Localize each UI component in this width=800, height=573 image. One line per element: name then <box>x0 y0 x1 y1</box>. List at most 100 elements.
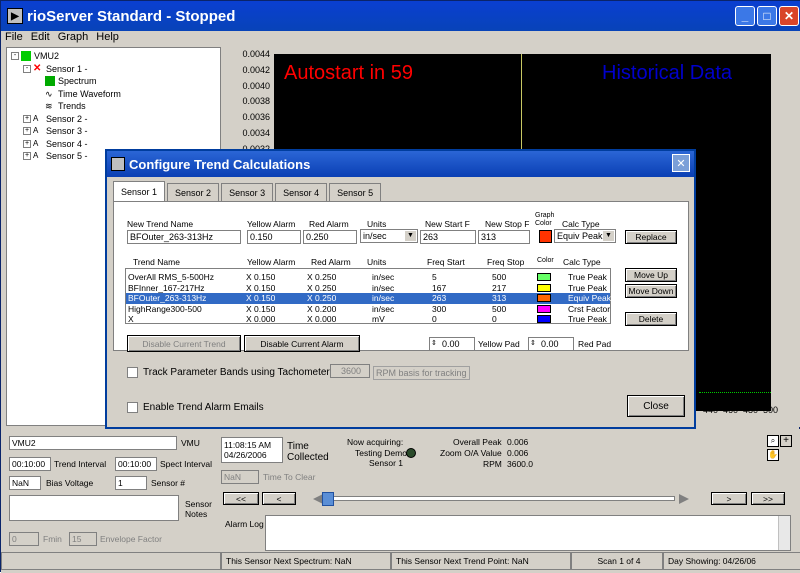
zoom-icon[interactable]: ⌕ <box>767 435 779 447</box>
units-label: Units <box>367 219 387 229</box>
scan-slider[interactable] <box>313 492 690 506</box>
table-cell: X 0.000 <box>246 314 276 324</box>
dialog-close-icon[interactable]: ✕ <box>672 154 690 172</box>
table-cell: 263 <box>432 293 447 303</box>
configure-trend-dialog: Configure Trend Calculations ✕ Sensor 1 … <box>105 149 696 429</box>
last-button[interactable]: >> <box>751 492 785 505</box>
menu-graph[interactable]: Graph <box>54 31 93 47</box>
color-swatch[interactable] <box>537 294 551 302</box>
chevron-down-icon[interactable]: ▼ <box>603 231 614 241</box>
trend-name-input[interactable]: BFOuter_263-313Hz <box>127 230 241 244</box>
alarm-log-box[interactable] <box>265 515 791 551</box>
time-collected-field: 11:08:15 AM 04/26/2006 <box>221 437 283 463</box>
tab-sensor-2[interactable]: Sensor 2 <box>167 183 220 201</box>
table-cell: 300 <box>432 303 447 314</box>
tree-item-trends[interactable]: ≋ Trends <box>7 100 220 113</box>
spin-icon[interactable]: ⇕ <box>530 338 536 350</box>
next-button[interactable]: > <box>711 492 747 505</box>
expand-icon[interactable]: + <box>23 114 31 123</box>
chevron-down-icon[interactable]: ▼ <box>405 231 416 241</box>
move-up-button[interactable]: Move Up <box>625 268 677 282</box>
track-tach-checkbox[interactable] <box>127 367 138 378</box>
tab-sensor-1[interactable]: Sensor 1 <box>113 181 166 201</box>
table-row[interactable]: BFOuter_263-313Hz X 0.150 X 0.250 in/sec 263… <box>126 293 611 304</box>
email-alarm-checkbox[interactable] <box>127 402 138 413</box>
previous-button[interactable]: < <box>262 492 296 505</box>
vmu-field[interactable]: VMU2 <box>9 436 177 450</box>
slider-track[interactable] <box>325 496 675 501</box>
stop-freq-input[interactable]: 313 <box>478 230 530 244</box>
sensor-number-field[interactable]: 1 <box>115 476 147 490</box>
move-down-button[interactable]: Move Down <box>625 284 677 298</box>
tab-sensor-3[interactable]: Sensor 3 <box>221 183 274 201</box>
delete-button[interactable]: Delete <box>625 312 677 326</box>
collapse-icon[interactable]: - <box>11 52 19 61</box>
tab-sensor-4[interactable]: Sensor 4 <box>275 183 328 201</box>
col-units: Units <box>367 257 387 267</box>
table-cell: X <box>128 314 134 324</box>
units-select[interactable]: in/sec ▼ <box>360 229 418 243</box>
y-tick-label: 0.0042 <box>242 64 270 75</box>
close-window-button[interactable]: ✕ <box>779 6 799 26</box>
menu-edit[interactable]: Edit <box>27 31 54 47</box>
fmin-field[interactable]: 0 <box>9 532 39 546</box>
color-swatch[interactable] <box>537 273 551 281</box>
red-pad-input[interactable]: ⇕ 0.00 <box>528 337 574 351</box>
first-button[interactable]: << <box>223 492 259 505</box>
trend-interval-field[interactable]: 00:10:00 <box>9 457 51 471</box>
disable-trend-button[interactable]: Disable Current Trend <box>127 335 241 352</box>
table-row[interactable]: OverAll RMS_5-500Hz X 0.150 X 0.250 in/sec 5… <box>126 272 610 283</box>
disable-alarm-button[interactable]: Disable Current Alarm <box>244 335 360 352</box>
crosshair-icon[interactable]: + <box>780 435 792 447</box>
tree-item-sensor-2[interactable]: + A Sensor 2 - <box>7 113 220 126</box>
expand-icon[interactable]: + <box>23 127 31 136</box>
col-yellow-alarm: Yellow Alarm <box>247 257 296 267</box>
status-day: Day Showing: 04/26/06 <box>663 552 800 570</box>
envelope-field[interactable]: 15 <box>69 532 97 546</box>
close-button[interactable]: Close <box>627 395 685 417</box>
historical-label: Historical Data <box>602 62 733 84</box>
calc-type-select[interactable]: Equiv Peak ▼ <box>554 229 616 243</box>
color-swatch[interactable] <box>537 315 551 323</box>
alarm-log-label: Alarm Log <box>225 519 264 529</box>
replace-button[interactable]: Replace <box>625 230 677 244</box>
start-freq-input[interactable]: 263 <box>420 230 476 244</box>
table-row[interactable]: HighRange300-500 X 0.150 X 0.200 in/sec 300 5… <box>126 304 610 315</box>
alarm-log-scrollbar[interactable] <box>778 516 790 550</box>
red-alarm-input[interactable]: 0.250 <box>303 230 357 244</box>
tree-item-spectrum[interactable]: Spectrum <box>7 75 220 88</box>
tab-sensor-5[interactable]: Sensor 5 <box>329 183 382 201</box>
tree-item-sensor-1[interactable]: - ✕ Sensor 1 - <box>7 63 220 76</box>
slider-thumb[interactable] <box>322 492 334 506</box>
color-swatch[interactable] <box>537 304 551 313</box>
sensor-notes-field[interactable] <box>9 495 179 521</box>
table-cell: Equiv Peak <box>568 293 611 303</box>
collapse-icon[interactable]: - <box>23 64 31 73</box>
trend-list[interactable]: OverAll RMS_5-500Hz X 0.150 X 0.250 in/sec 5… <box>125 268 611 324</box>
envelope-label: Envelope Factor <box>100 534 162 544</box>
expand-icon[interactable]: + <box>23 152 31 161</box>
tree-item-sensor-3[interactable]: + A Sensor 3 - <box>7 125 220 138</box>
tree-root[interactable]: - VMU2 <box>7 50 220 63</box>
maximize-button[interactable]: □ <box>757 6 777 26</box>
spin-icon[interactable]: ⇕ <box>431 338 437 350</box>
menu-file[interactable]: File <box>1 31 27 47</box>
yellow-pad-label: Yellow Pad <box>478 339 520 349</box>
dialog-title: Configure Trend Calculations <box>129 156 311 172</box>
expand-icon[interactable]: + <box>23 139 31 148</box>
rpm-input[interactable]: 3600 <box>330 364 370 378</box>
yellow-alarm-input[interactable]: 0.150 <box>247 230 301 244</box>
table-row[interactable]: X X 0.000 X 0.000 mV 0 0 True Peak <box>126 314 610 325</box>
y-tick-label: 0.0040 <box>242 80 270 91</box>
color-swatch[interactable] <box>537 283 551 292</box>
pan-hand-icon[interactable]: ✋ <box>767 449 779 461</box>
graph-color-swatch[interactable] <box>539 230 552 243</box>
yellow-pad-input[interactable]: ⇕ 0.00 <box>429 337 475 351</box>
minimize-button[interactable]: _ <box>735 6 755 26</box>
spect-interval-field[interactable]: 00:10:00 <box>115 457 157 471</box>
table-row[interactable]: BFInner_167-217Hz X 0.150 X 0.250 in/sec 167… <box>126 283 610 294</box>
bias-voltage-field[interactable]: NaN <box>9 476 41 490</box>
menu-help[interactable]: Help <box>92 31 123 47</box>
tree-item-time-waveform[interactable]: ∿ Time Waveform <box>7 88 220 101</box>
slider-right-arrow-icon[interactable] <box>679 494 689 504</box>
